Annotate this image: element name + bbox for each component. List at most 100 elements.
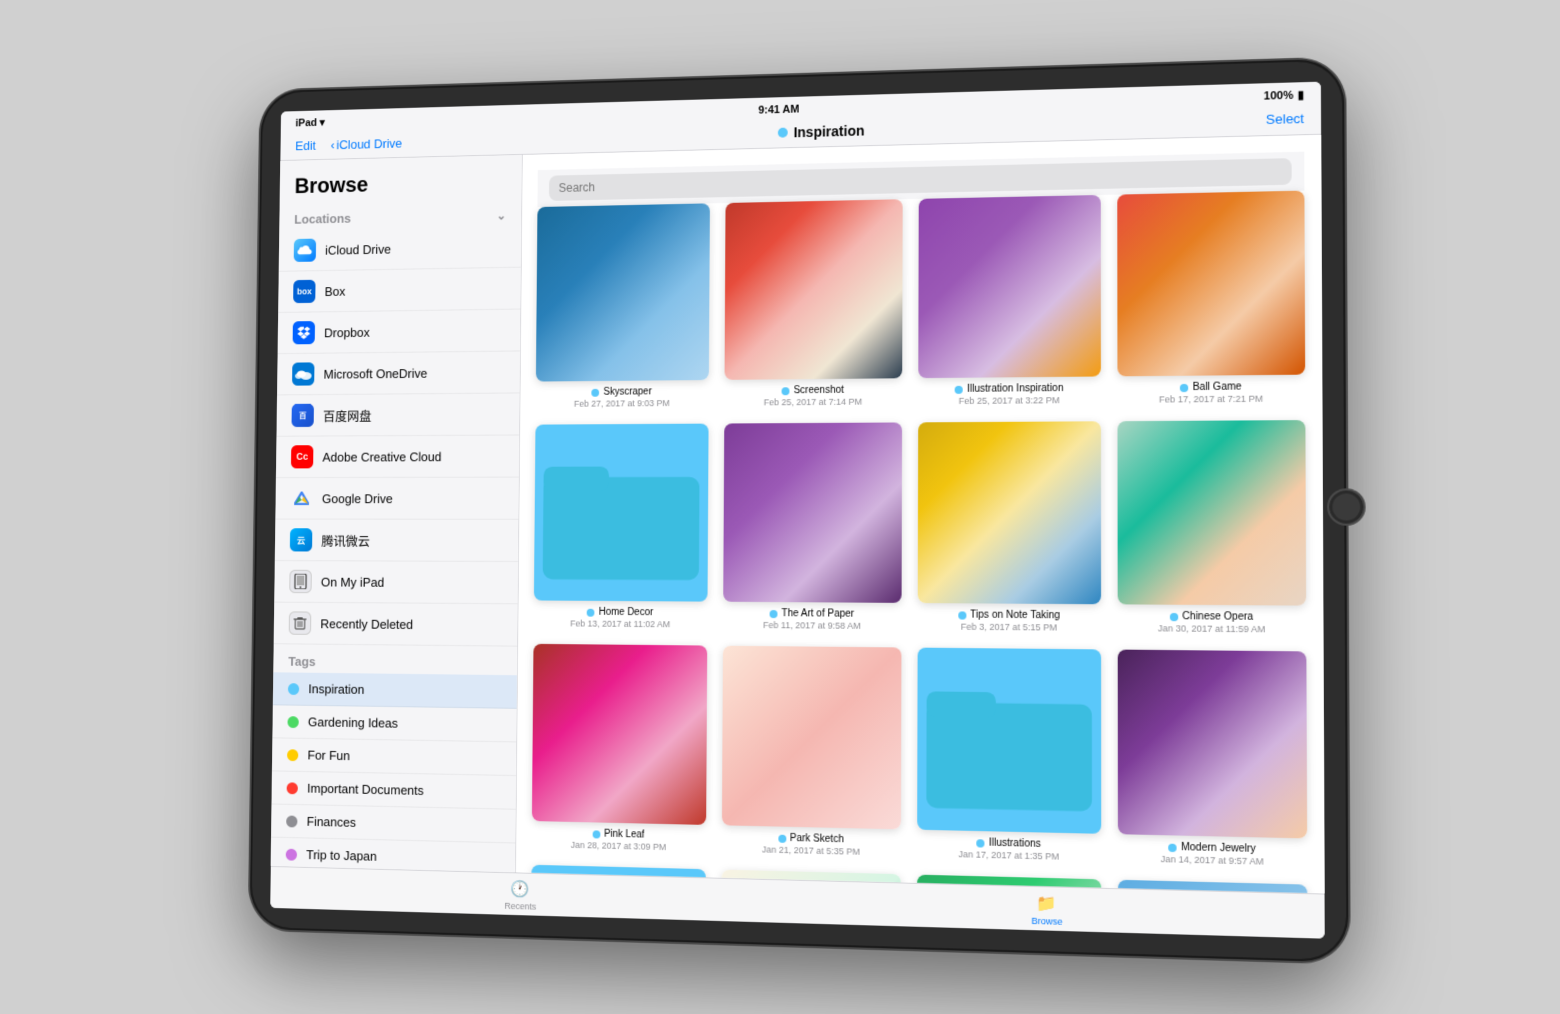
- tag-label-gardening: Gardening Ideas: [308, 715, 398, 731]
- file-item-screenshot[interactable]: ScreenshotFeb 25, 2017 at 7:14 PM: [724, 199, 902, 407]
- sidebar-item-tencent[interactable]: 云腾讯微云: [275, 520, 518, 562]
- file-item-ballgame[interactable]: Ball GameFeb 17, 2017 at 7:21 PM: [1117, 191, 1305, 405]
- tab-label-recents: Recents: [504, 901, 536, 912]
- sidebar-item-ipad[interactable]: On My iPad: [274, 561, 518, 604]
- home-button[interactable]: [1327, 488, 1366, 525]
- sidebar-item-onedrive[interactable]: Microsoft OneDrive: [277, 351, 520, 395]
- file-tag-dot-skyscraper: [592, 388, 600, 396]
- tag-dot-important: [287, 782, 298, 794]
- tag-dot-japan: [286, 848, 297, 860]
- tab-recents[interactable]: 🕐 Recents: [504, 879, 536, 912]
- file-date-chineseopera: Jan 30, 2017 at 11:59 AM: [1158, 623, 1265, 634]
- main-content: Browse Locations ⌄ iCloud DriveboxBox Dro…: [271, 135, 1325, 894]
- file-date-artofpaper: Feb 11, 2017 at 9:58 AM: [763, 620, 861, 631]
- baidu-label: 百度网盘: [323, 406, 372, 425]
- tags-label: Tags: [288, 654, 315, 669]
- tag-dot-gardening: [287, 716, 298, 728]
- status-time: 9:41 AM: [758, 103, 799, 116]
- file-tag-dot-artofpaper: [770, 610, 778, 618]
- file-item-homedecor[interactable]: Home DecorFeb 13, 2017 at 11:02 AM: [534, 424, 709, 630]
- file-name-notetaking: Tips on Note Taking: [970, 609, 1060, 621]
- edit-button[interactable]: Edit: [295, 138, 316, 153]
- browse-header: Browse: [280, 155, 522, 203]
- file-item-pinkleaf[interactable]: Pink LeafJan 28, 2017 at 3:09 PM: [532, 644, 708, 853]
- file-label-row-illustration: Illustration Inspiration: [918, 383, 1101, 396]
- locations-label: Locations: [294, 211, 351, 227]
- select-button[interactable]: Select: [1266, 111, 1304, 127]
- file-date-notetaking: Feb 3, 2017 at 5:15 PM: [961, 622, 1057, 633]
- ipad-frame: iPad ▾ 9:41 AM 100% ▮ Edit ‹ iCloud Driv…: [250, 58, 1349, 962]
- file-label-row-pinkleaf: Pink Leaf: [532, 827, 706, 842]
- file-item-parksketch[interactable]: Park SketchJan 21, 2017 at 5:35 PM: [722, 646, 902, 858]
- file-tag-dot-modernjewelry: [1168, 843, 1176, 852]
- file-tag-dot-parksketch: [778, 834, 786, 842]
- file-label-row-ballgame: Ball Game: [1117, 381, 1305, 394]
- file-item-artofpaper[interactable]: The Art of PaperFeb 11, 2017 at 9:58 AM: [723, 422, 902, 631]
- status-right: 100% ▮: [1264, 88, 1304, 102]
- file-date-illustrations: Jan 17, 2017 at 1:35 PM: [958, 849, 1059, 862]
- dropbox-label: Dropbox: [324, 325, 370, 340]
- locations-list: iCloud DriveboxBox Dropbox Microsoft OneDr…: [274, 226, 521, 647]
- tag-label-finances: Finances: [307, 814, 356, 830]
- tag-item-gardening[interactable]: Gardening Ideas: [273, 705, 517, 742]
- file-item-illustration[interactable]: Illustration InspirationFeb 25, 2017 at …: [918, 195, 1101, 406]
- file-date-ballgame: Feb 17, 2017 at 7:21 PM: [1159, 394, 1263, 405]
- sidebar-item-baidu[interactable]: 百百度网盘: [277, 393, 520, 436]
- tag-item-forfun[interactable]: For Fun: [272, 738, 516, 776]
- tag-item-inspiration[interactable]: Inspiration: [273, 672, 517, 709]
- file-name-screenshot: Screenshot: [794, 385, 844, 396]
- tab-label-browse: Browse: [1031, 916, 1062, 927]
- locations-chevron[interactable]: ⌄: [496, 208, 506, 222]
- sidebar: Browse Locations ⌄ iCloud DriveboxBox Dro…: [271, 155, 523, 872]
- file-name-chineseopera: Chinese Opera: [1182, 611, 1253, 623]
- file-date-parksketch: Jan 21, 2017 at 5:35 PM: [762, 844, 860, 857]
- file-label-row-notetaking: Tips on Note Taking: [918, 609, 1101, 622]
- tag-item-important[interactable]: Important Documents: [272, 771, 516, 809]
- file-tag-dot-illustrations: [976, 839, 984, 847]
- tags-section: Tags: [273, 644, 517, 675]
- file-item-skyscraper[interactable]: SkyscraperFeb 27, 2017 at 9:03 PM: [536, 203, 710, 409]
- sidebar-item-box[interactable]: boxBox: [278, 268, 520, 313]
- file-thumb-pinkleaf: [532, 644, 707, 825]
- battery-icon: ▮: [1298, 88, 1304, 101]
- tencent-label: 腾讯微云: [321, 531, 370, 550]
- file-name-homedecor: Home Decor: [599, 607, 654, 618]
- file-name-skyscraper: Skyscraper: [603, 386, 651, 397]
- file-tag-dot-pinkleaf: [592, 830, 600, 838]
- file-item-notetaking[interactable]: Tips on Note TakingFeb 3, 2017 at 5:15 P…: [918, 421, 1101, 633]
- file-name-illustration: Illustration Inspiration: [967, 383, 1064, 395]
- file-label-row-illustrations: Illustrations: [917, 836, 1101, 852]
- tag-label-inspiration: Inspiration: [308, 681, 364, 696]
- tag-dot-inspiration: [288, 683, 299, 695]
- baidu-icon: 百: [291, 404, 313, 427]
- file-item-modernjewelry[interactable]: Modern JewelryJan 14, 2017 at 9:57 AM: [1118, 650, 1308, 868]
- tab-browse[interactable]: 📁 Browse: [1031, 893, 1062, 927]
- sidebar-item-adobe[interactable]: CcAdobe Creative Cloud: [276, 435, 519, 478]
- file-item-illustrations[interactable]: IllustrationsJan 17, 2017 at 1:35 PM: [917, 648, 1101, 863]
- file-date-homedecor: Feb 13, 2017 at 11:02 AM: [570, 618, 670, 629]
- tag-label-important: Important Documents: [307, 781, 424, 798]
- back-button[interactable]: ‹ iCloud Drive: [330, 135, 402, 151]
- onedrive-label: Microsoft OneDrive: [323, 366, 427, 381]
- sidebar-item-deleted[interactable]: Recently Deleted: [274, 603, 518, 647]
- folder-title: Inspiration: [794, 123, 865, 141]
- file-label-row-skyscraper: Skyscraper: [536, 386, 709, 398]
- ipad-label: On My iPad: [321, 574, 385, 589]
- file-name-illustrations: Illustrations: [989, 837, 1041, 850]
- file-date-skyscraper: Feb 27, 2017 at 9:03 PM: [574, 398, 670, 409]
- file-thumb-homedecor: [534, 424, 709, 602]
- file-thumb-parksketch: [722, 646, 902, 830]
- back-chevron: ‹: [330, 137, 334, 151]
- file-tag-dot-chineseopera: [1170, 612, 1178, 620]
- nav-right: Select: [1266, 110, 1304, 129]
- sidebar-item-gdrive[interactable]: Google Drive: [275, 478, 518, 520]
- file-grid: SkyscraperFeb 27, 2017 at 9:03 PMScreens…: [530, 191, 1309, 894]
- gdrive-icon: [290, 487, 312, 510]
- file-label-row-modernjewelry: Modern Jewelry: [1118, 840, 1307, 856]
- sidebar-item-icloud[interactable]: iCloud Drive: [279, 226, 521, 272]
- file-thumb-modernjewelry: [1118, 650, 1307, 839]
- file-thumb-notetaking: [918, 421, 1101, 604]
- sidebar-item-dropbox[interactable]: Dropbox: [278, 310, 521, 355]
- file-name-ballgame: Ball Game: [1193, 381, 1242, 393]
- file-item-chineseopera[interactable]: Chinese OperaJan 30, 2017 at 11:59 AM: [1117, 420, 1306, 635]
